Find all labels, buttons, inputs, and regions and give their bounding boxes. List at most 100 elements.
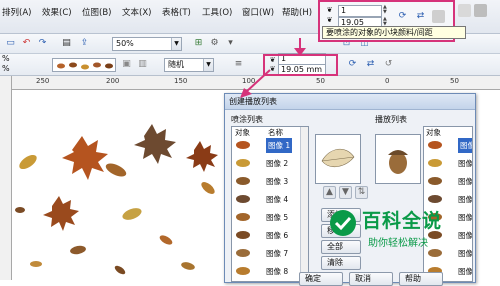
list-item[interactable]: 图像 7 [426,246,473,261]
ruler-tick: 50 [316,77,325,85]
leaf-thumbnail-icon [236,195,250,203]
leaf-thumbnail-icon [428,249,442,257]
list-item-name: 图像 5 [266,213,289,222]
list-item[interactable]: 图像 6 [234,228,298,243]
menu-text[interactable]: 文本(X) [122,6,151,18]
menu-help[interactable]: 帮助(H) [282,6,312,18]
rotation-icon[interactable]: ⟳ [396,10,409,23]
leaf-thumbnail-icon [236,141,250,149]
chevron-down-icon: ▼ [171,38,181,50]
watermark-logo [330,210,356,236]
column-header-object: 对象 [235,128,250,137]
playlist-label: 播放列表 [375,115,407,124]
list-item-name: 图像 8 [266,267,289,276]
zoom-select[interactable]: 50% ▼ [112,37,182,51]
menu-bitmaps[interactable]: 位图(B) [82,6,111,18]
leaf-shape [15,124,218,275]
color-swatch-icon[interactable] [458,4,471,17]
leaf-thumbnail-icon [428,195,442,203]
redo-icon[interactable]: ↷ [36,37,49,50]
ruler-tick: 50 [450,77,459,85]
list-item[interactable]: 图像 1 [234,138,298,153]
spinner-icon[interactable]: ▲ ▼ [383,5,389,15]
playlist-listbox[interactable]: 对象 图像 1 图像 2 图像 3 图像 4 图像 5 图像 6 图像 7 图像 8 [423,126,473,282]
list-item[interactable]: 图像 4 [234,192,298,207]
list-item[interactable]: 图像 2 [234,156,298,171]
color-swatch-icon[interactable] [474,4,487,17]
menu-row: 排列(A) 效果(C) 位图(B) 文本(X) 表格(T) 工具(O) 窗口(W… [0,6,320,20]
list-item[interactable]: 图像 8 [234,264,298,279]
delete-spray-icon[interactable]: ▥ [136,58,149,71]
options-icon[interactable]: ⚙ [208,37,221,50]
color-swatch-icon [432,10,445,23]
leaf-preview-icon [321,148,355,168]
list-item[interactable]: 图像 2 [426,156,473,171]
ok-button[interactable]: 确定 [299,272,343,286]
menu-arrange[interactable]: 排列(A) [2,6,31,18]
menu-effects[interactable]: 效果(C) [42,6,72,18]
menu-table[interactable]: 表格(T) [162,6,191,18]
help-button[interactable]: 帮助 [399,272,443,286]
drawing-canvas[interactable] [12,90,232,280]
snap-icon[interactable]: ⊞ [192,37,205,50]
clear-button[interactable]: 清除 [321,256,361,270]
ruler-tick: 150 [174,77,188,85]
reverse-icon[interactable]: ⇅ [355,186,368,199]
list-item-name: 图像 1 [266,138,293,153]
export-icon[interactable]: ⇪ [78,37,91,50]
watermark-subtitle: 助你轻松解决 [368,238,428,249]
list-item[interactable]: 图像 3 [426,174,473,189]
list-item[interactable]: 图像 1 [426,138,472,153]
add-all-button[interactable]: 全部 [321,240,361,254]
rotation-icon[interactable]: ⟳ [346,58,359,71]
cancel-button[interactable]: 取消 [349,272,393,286]
scrollbar[interactable] [300,127,308,281]
ruler-tick: 0 [385,77,390,85]
spray-order-select[interactable]: 随机 ▼ [164,58,214,72]
move-up-icon[interactable]: ▲ [323,186,336,199]
spray-file-list[interactable] [52,58,116,72]
list-item[interactable]: 图像 3 [234,174,298,189]
leaf-thumbnail-icon [428,141,442,149]
leaf-thumbnail-icon [236,249,250,257]
offset-icon[interactable]: ⇄ [364,58,377,71]
list-item-name: 图像 5 [458,213,473,222]
spray-listbox[interactable]: 对象 名称 图像 1 图像 2 图像 3 图像 4 图像 5 图像 6 图像 7 图像 8 [231,126,309,282]
acorn-preview-icon [388,150,408,174]
watermark-title: 百科全说 [362,210,443,232]
list-item-name: 图像 4 [458,195,473,204]
list-item[interactable]: 图像 4 [426,192,473,207]
leaf-thumbnail-icon [236,267,250,275]
save-spray-icon[interactable]: ▣ [120,58,133,71]
ruler-tick: 250 [36,77,50,85]
leaf-thumbnail-icon [428,159,442,167]
list-item-name: 图像 3 [266,177,289,186]
move-down-icon[interactable]: ▼ [339,186,352,199]
list-item-name: 图像 2 [458,159,473,168]
print-icon[interactable]: ▤ [60,37,73,50]
undo-icon[interactable]: ↶ [20,37,33,50]
menu-tools[interactable]: 工具(O) [202,6,232,18]
spray-list-label: 喷涂列表 [231,115,263,124]
launcher-icon[interactable]: ▾ [224,37,237,50]
list-item-name: 图像 2 [266,159,289,168]
list-item-name: 图像 1 [458,138,472,153]
list-item[interactable]: 图像 7 [234,246,298,261]
playlist-preview [375,134,421,184]
leaf-thumbnail-icon [236,213,250,221]
pointer-arrow-icon [294,38,306,56]
new-doc-icon[interactable]: ▭ [4,37,17,50]
leaf-thumbnail-icon [236,159,250,167]
vertical-ruler [0,76,12,280]
create-playlist-dialog: 创建播放列表 喷涂列表 播放列表 对象 名称 图像 1 图像 2 图像 3 图像 4图… [224,93,476,286]
zoom-value: 50% [116,39,134,48]
reset-icon[interactable]: ↺ [382,58,395,71]
list-item-name: 图像 3 [458,177,473,186]
list-item-name: 图像 6 [266,231,289,240]
list-item-name: 图像 7 [458,249,473,258]
menu-window[interactable]: 窗口(W) [242,6,274,18]
spray-count-input[interactable]: 1 [338,5,382,17]
list-item[interactable]: 图像 5 [234,210,298,225]
tooltip: 要喷涂的对象的小块颜料/间距 [322,26,466,39]
offset-icon[interactable]: ⇄ [414,10,427,23]
